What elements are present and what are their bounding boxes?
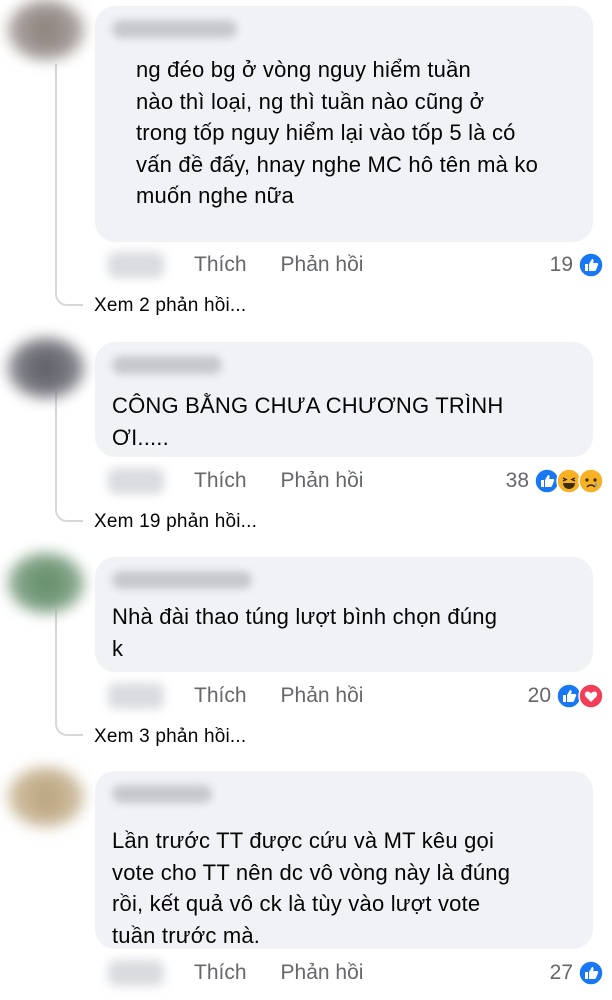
see-replies-link[interactable]: Xem 19 phản hồi...	[94, 511, 257, 533]
reply-button[interactable]: Phản hồi	[281, 684, 364, 708]
thread-line	[55, 390, 57, 510]
timestamp[interactable]	[108, 683, 164, 709]
timestamp[interactable]	[108, 252, 164, 278]
reaction-count: 20	[527, 684, 551, 707]
avatar[interactable]	[8, 0, 84, 60]
reply-connector	[55, 506, 83, 522]
comment-text: CÔNG BẰNG CHƯA CHƯƠNG TRÌNH ƠI.....	[112, 393, 504, 450]
avatar[interactable]	[8, 553, 84, 613]
like-button[interactable]: Thích	[194, 684, 247, 708]
like-icon	[578, 960, 604, 986]
comment-text: Nhà đài thao túng lượt bình chọn đúng k	[112, 604, 498, 661]
author-name[interactable]	[112, 785, 212, 803]
like-button[interactable]: Thích	[194, 469, 247, 493]
comment-bubble: CÔNG BẰNG CHƯA CHƯƠNG TRÌNH ƠI.....	[95, 342, 593, 457]
reaction-summary[interactable]: 19	[550, 250, 604, 280]
comment-bubble: Lần trước TT được cứu và MT kêu gọi vote…	[95, 771, 593, 949]
reaction-summary[interactable]: 38	[506, 466, 604, 496]
reaction-count: 27	[549, 961, 573, 984]
see-replies-link[interactable]: Xem 2 phản hồi...	[94, 295, 246, 317]
comment-bubble: Nhà đài thao túng lượt bình chọn đúng k	[95, 557, 593, 672]
like-button[interactable]: Thích	[194, 961, 247, 985]
thread-line	[55, 64, 57, 294]
sad-icon	[578, 468, 604, 494]
comment-text: Lần trước TT được cứu và MT kêu gọi vote…	[112, 828, 511, 948]
reply-connector	[55, 720, 83, 736]
reaction-count: 38	[505, 469, 529, 492]
comment-bubble: ng đéo bg ở vòng nguy hiểm tuần nào thì …	[95, 6, 593, 242]
reaction-count: 19	[549, 253, 573, 276]
reply-connector	[55, 290, 83, 306]
reply-button[interactable]: Phản hồi	[281, 469, 364, 493]
timestamp[interactable]	[108, 960, 164, 986]
like-icon	[578, 252, 604, 278]
thread-line	[55, 610, 57, 725]
timestamp[interactable]	[108, 468, 164, 494]
avatar[interactable]	[8, 767, 84, 827]
reply-button[interactable]: Phản hồi	[281, 253, 364, 277]
see-replies-link[interactable]: Xem 3 phản hồi...	[94, 726, 246, 748]
author-name[interactable]	[112, 571, 252, 589]
reaction-summary[interactable]: 27	[550, 958, 604, 988]
author-name[interactable]	[112, 20, 237, 38]
love-icon	[578, 683, 604, 709]
reply-button[interactable]: Phản hồi	[281, 961, 364, 985]
reaction-summary[interactable]: 20	[528, 681, 604, 711]
author-name[interactable]	[112, 356, 222, 374]
comment-text: ng đéo bg ở vòng nguy hiểm tuần nào thì …	[136, 57, 539, 208]
avatar[interactable]	[8, 338, 84, 398]
like-button[interactable]: Thích	[194, 253, 247, 277]
